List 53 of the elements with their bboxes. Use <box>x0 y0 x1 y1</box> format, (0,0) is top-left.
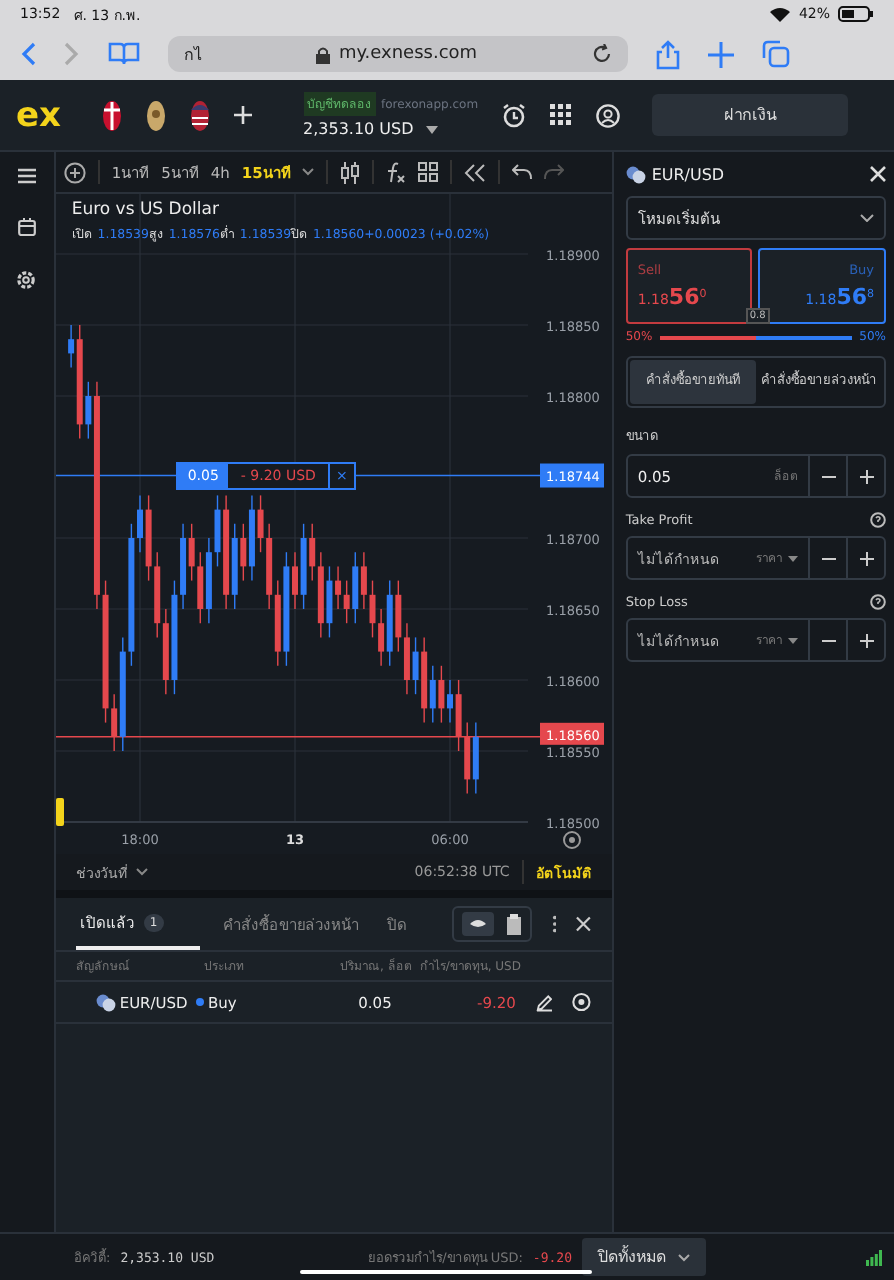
list-icon[interactable] <box>17 168 36 184</box>
flag-icon[interactable] <box>189 99 209 131</box>
function-icon[interactable] <box>386 161 407 183</box>
more-icon[interactable] <box>551 914 557 934</box>
chevron-down-icon[interactable] <box>302 168 315 176</box>
edit-icon[interactable] <box>535 993 553 1011</box>
calendar-icon[interactable] <box>17 218 36 236</box>
tab-text: กไ <box>184 43 202 67</box>
chevron-down-icon <box>678 1253 690 1261</box>
help-icon[interactable] <box>870 594 886 610</box>
undo-icon[interactable] <box>512 164 533 180</box>
share-icon[interactable] <box>656 39 680 69</box>
reload-icon[interactable] <box>592 44 613 64</box>
back-icon[interactable] <box>20 42 36 66</box>
symbol-title: EUR/USD <box>651 165 725 183</box>
close-position-icon[interactable] <box>572 992 592 1012</box>
plus-icon[interactable] <box>708 41 734 67</box>
chart-title: Euro vs US Dollar <box>71 200 221 220</box>
close-icon[interactable] <box>870 166 886 182</box>
caret-icon <box>425 125 438 133</box>
chevron-down-icon <box>135 868 148 876</box>
book-icon[interactable] <box>108 42 140 66</box>
close-all-button[interactable]: ปิดทั้งหมด <box>582 1238 706 1276</box>
add-indicator-icon[interactable] <box>63 161 86 183</box>
add-icon[interactable] <box>233 106 251 124</box>
clipboard-icon[interactable] <box>505 913 522 935</box>
scroll-handle[interactable] <box>55 798 64 826</box>
battery-icon <box>838 6 874 22</box>
apps-grid-icon[interactable] <box>550 104 573 126</box>
help-icon[interactable] <box>870 512 886 528</box>
chevron-down-icon <box>860 214 874 222</box>
url-text: my.exness.com <box>338 44 478 64</box>
logo[interactable]: ex <box>16 95 61 135</box>
balance-dropdown[interactable]: 2,353.10 USD <box>303 120 479 138</box>
signal-icon <box>866 1249 882 1265</box>
layout-icon[interactable] <box>418 162 439 182</box>
rewind-icon[interactable] <box>464 163 487 181</box>
currency-pair-icon <box>625 165 646 183</box>
coin-icon[interactable] <box>145 99 165 131</box>
profile-icon[interactable] <box>596 103 621 127</box>
flag-icon[interactable] <box>101 99 121 131</box>
deposit-button[interactable]: ฝากเงิน <box>652 94 849 136</box>
axis-settings-icon[interactable] <box>562 831 581 849</box>
settings-icon[interactable] <box>16 270 37 290</box>
close-icon[interactable] <box>576 916 592 932</box>
lock-icon <box>316 45 331 63</box>
address-bar[interactable]: กไ my.exness.com <box>168 36 628 72</box>
candles-icon[interactable] <box>340 161 361 183</box>
currency-pair-icon <box>95 993 116 1011</box>
wifi-icon <box>770 6 791 22</box>
alarm-icon[interactable] <box>502 103 527 127</box>
tabs-icon[interactable] <box>762 40 790 68</box>
eye-icon[interactable] <box>461 912 494 936</box>
